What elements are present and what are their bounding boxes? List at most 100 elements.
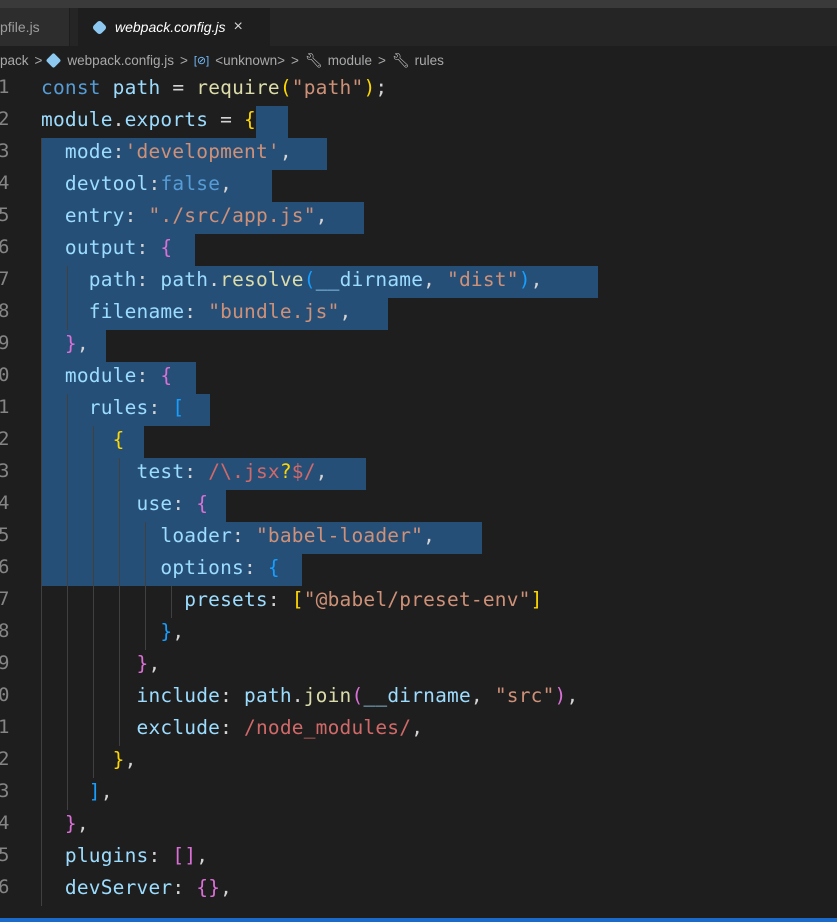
code-line[interactable]: 4 }, [0,810,837,842]
code-token: filename [88,300,185,323]
code-token: : [244,556,268,579]
line-number: 2 [0,108,10,130]
code-text: const path = require("path"); [41,76,387,99]
line-number: 4 [0,172,10,194]
code-token: : [184,300,209,323]
code-token: : [184,460,209,483]
line-number: 7 [0,588,10,610]
breadcrumb-module-label: module [327,52,372,68]
code-token: { [196,492,209,515]
line-number: 1 [0,716,10,738]
line-number: 0 [0,684,10,706]
tab-label: webpack.config.js [115,19,226,35]
code-line[interactable]: 0 module: { [0,362,837,394]
code-line[interactable]: 5 plugins: [], [0,842,837,874]
code-line[interactable]: 0 include: path.join(__dirname, "src"), [0,682,837,714]
code-token: , [148,652,161,675]
code-token: , [76,332,89,355]
code-token: , [315,204,328,227]
code-token: = [208,108,245,131]
code-token: : [267,588,292,611]
breadcrumb-module[interactable]: 🔧︎ module [305,52,372,69]
code-line[interactable]: 2 }, [0,746,837,778]
code-token: /\.jsx [208,460,280,483]
code-line[interactable]: 6 output: { [0,234,837,266]
code-line[interactable]: 3 mode:'development', [0,138,837,170]
code-token: , [196,844,209,867]
close-icon[interactable]: × [234,18,243,36]
code-line[interactable]: 3 ], [0,778,837,810]
code-line[interactable]: 9 }, [0,330,837,362]
breadcrumb-rules[interactable]: 🔧︎ rules [392,52,444,69]
line-number: 9 [0,332,10,354]
code-line[interactable]: 5 loader: "babel-loader", [0,522,837,554]
line-number: 7 [0,268,10,290]
code-token: , [124,748,137,771]
code-line[interactable]: 6 devServer: {}, [0,874,837,906]
code-token: } [112,748,125,771]
code-token: , [470,684,495,707]
line-number: 5 [0,524,10,546]
code-line[interactable]: 2 { [0,426,837,458]
code-line[interactable]: 4 use: { [0,490,837,522]
code-text: ], [41,780,113,803]
code-line[interactable]: 5 entry: "./src/app.js", [0,202,837,234]
wrench-icon: 🔧︎ [391,51,410,68]
code-text: loader: "babel-loader", [41,524,435,547]
line-number: 2 [0,428,10,450]
code-text: }, [41,652,161,675]
code-line[interactable]: 1 exclude: /node_modules/, [0,714,837,746]
code-token: {} [196,876,221,899]
code-token: plugins [64,844,149,867]
code-token: ] [88,780,101,803]
code-line[interactable]: 9 }, [0,650,837,682]
code-token: , [315,460,328,483]
breadcrumb-file[interactable]: webpack.config.js [46,52,174,68]
code-line[interactable]: 2 module.exports = { [0,106,837,138]
code-text: module: { [41,364,172,387]
code-text: }, [41,748,137,771]
line-number: 1 [0,396,10,418]
code-line[interactable]: 7 presets: ["@babel/preset-env"] [0,586,837,618]
breadcrumb-folder[interactable]: pack [0,53,29,68]
breadcrumb-unknown[interactable]: [⊘] <unknown> [194,53,285,68]
code-token: , [279,140,292,163]
code-line[interactable]: 1 const path = require("path"); [0,74,837,106]
code-token: output [64,236,137,259]
code-token: , [566,684,579,707]
code-line[interactable]: 6 options: { [0,554,837,586]
code-token: rules [88,396,149,419]
code-token: /node_modules/ [244,716,412,739]
code-token: path [160,268,209,291]
code-token: . [112,108,125,131]
code-line[interactable]: 8 }, [0,618,837,650]
code-token: , [172,620,185,643]
code-text: entry: "./src/app.js", [41,204,328,227]
line-number: 6 [0,236,10,258]
code-token: ( [303,268,316,291]
tab-pfile[interactable]: pfile.js [0,8,70,46]
code-line[interactable]: 7 path: path.resolve(__dirname, "dist"), [0,266,837,298]
tab-webpack-config[interactable]: webpack.config.js × [78,8,270,46]
code-line[interactable]: 3 test: /\.jsx?$/, [0,458,837,490]
code-line[interactable]: 1 rules: [ [0,394,837,426]
code-editor[interactable]: 1 const path = require("path"); 2 module.ex… [0,74,837,922]
webpack-file-icon [46,52,62,68]
code-line[interactable]: 8 filename: "bundle.js", [0,298,837,330]
webpack-file-icon [91,19,108,35]
window-top-strip [0,0,837,8]
code-token: use [136,492,173,515]
code-token: path [244,684,292,707]
code-text: path: path.resolve(__dirname, "dist"), [41,268,543,291]
code-token: "babel-loader" [255,524,424,547]
code-line[interactable]: 4 devtool:false, [0,170,837,202]
